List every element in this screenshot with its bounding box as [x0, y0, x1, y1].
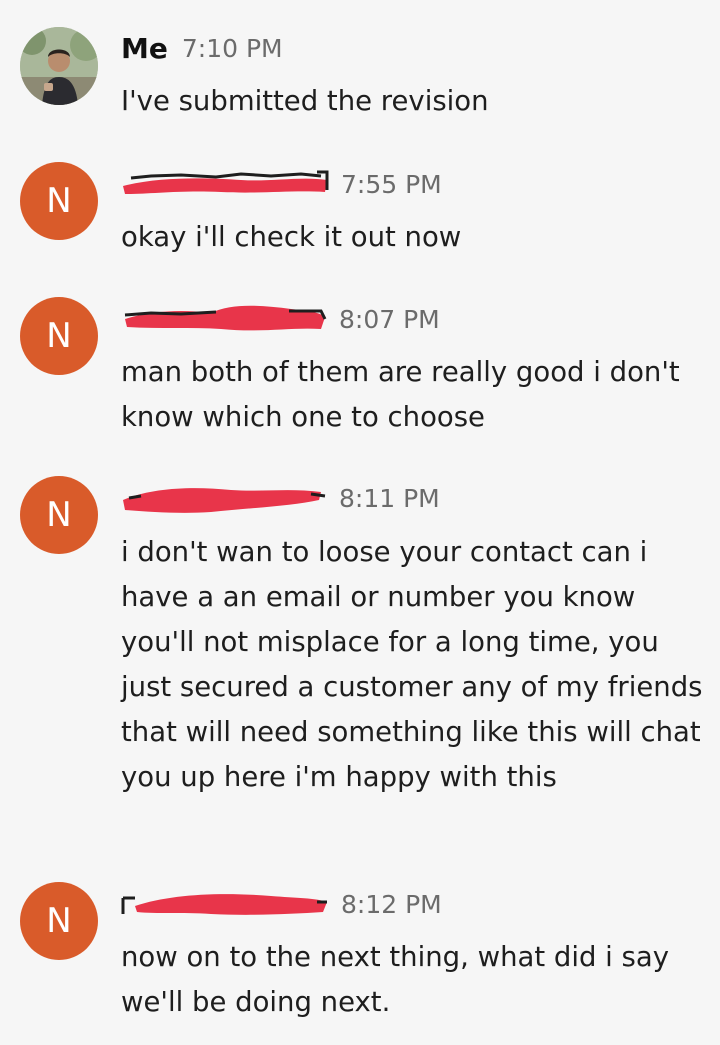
message-timestamp: 8:07 PM [339, 304, 440, 334]
message-text: man both of them are really good i don't… [121, 356, 680, 433]
chat-message-list[interactable]: Me 7:10 PM I've submitted the revision N… [0, 0, 720, 1045]
message-header: 8:11 PM [121, 478, 440, 518]
message-text: i don't wan to loose your contact can i … [121, 536, 703, 793]
message-text: okay i'll check it out now [121, 221, 462, 253]
user-avatar[interactable]: N [20, 882, 98, 960]
redacted-sender-name [121, 164, 329, 204]
sender-name[interactable]: Me [121, 32, 168, 65]
user-avatar[interactable]: N [20, 162, 98, 240]
redacted-sender-name [121, 299, 327, 339]
message-timestamp: 8:12 PM [341, 889, 442, 919]
message-header: 8:07 PM [121, 299, 440, 339]
avatar-initial: N [46, 901, 72, 941]
user-avatar[interactable]: N [20, 297, 98, 375]
redacted-sender-name [121, 478, 327, 518]
message-timestamp: 7:10 PM [181, 33, 283, 63]
avatar-initial: N [46, 316, 72, 356]
user-avatar[interactable]: N [20, 476, 98, 554]
message-text: I've submitted the revision [121, 85, 489, 117]
message-timestamp: 7:55 PM [341, 169, 442, 199]
message-header: Me 7:10 PM [121, 28, 283, 68]
avatar-initial: N [46, 181, 72, 221]
redacted-sender-name [121, 884, 329, 924]
avatar-initial: N [46, 495, 72, 535]
message-header: 7:55 PM [121, 164, 442, 204]
message-text: now on to the next thing, what did i say… [121, 941, 670, 1018]
message-timestamp: 8:11 PM [339, 483, 440, 513]
user-photo-avatar-icon[interactable] [20, 27, 98, 105]
message-header: 8:12 PM [121, 884, 442, 924]
